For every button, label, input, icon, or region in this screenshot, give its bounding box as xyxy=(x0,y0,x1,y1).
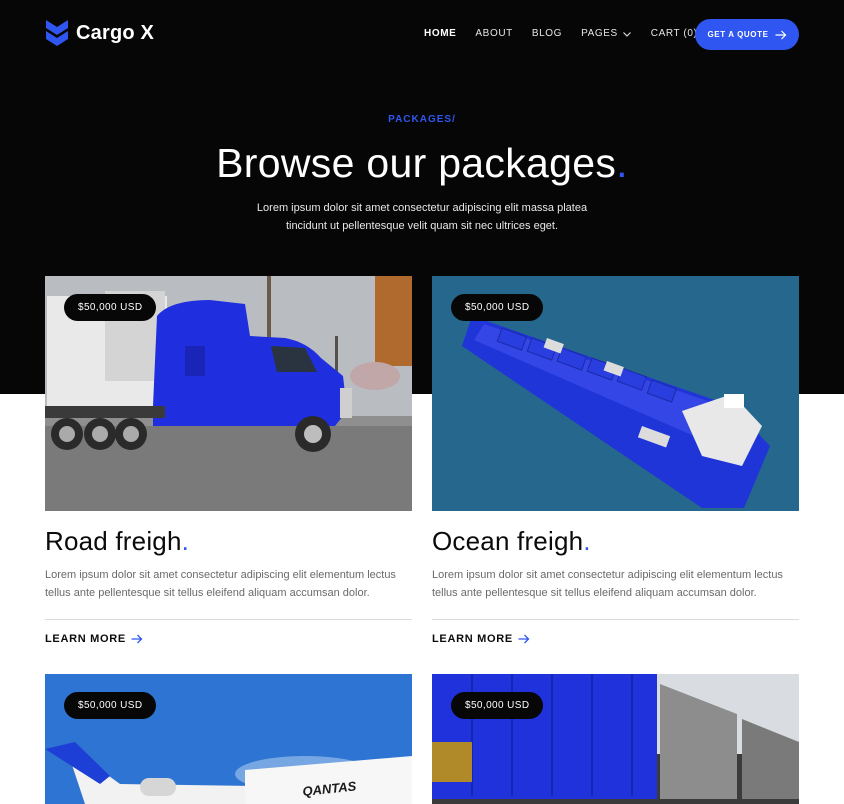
hero-description: Lorem ipsum dolor sit amet consectetur a… xyxy=(256,202,588,232)
nav-about[interactable]: ABOUT xyxy=(475,28,512,39)
title-dot: . xyxy=(583,526,591,556)
card-divider xyxy=(432,619,799,620)
arrow-right-icon xyxy=(775,30,786,39)
card-description: Lorem ipsum dolor sit amet consectetur a… xyxy=(45,569,396,599)
arrow-right-icon xyxy=(518,634,530,644)
cargo-ship-image[interactable]: $50,000 USD xyxy=(432,276,799,511)
nav-pages-label: PAGES xyxy=(581,28,618,39)
site-header: Cargo X HOME ABOUT BLOG PAGES CART (0) G… xyxy=(0,0,844,70)
airplane-image[interactable]: QANTAS $50,000 USD xyxy=(45,674,412,804)
brand-name: Cargo X xyxy=(76,21,155,44)
truck-image[interactable]: $50,000 USD xyxy=(45,276,412,511)
page-title-text: Browse our packages xyxy=(216,140,617,186)
card-title[interactable]: Ocean freigh. xyxy=(432,526,591,557)
card-title-text: Ocean freigh xyxy=(432,526,584,556)
title-dot: . xyxy=(616,140,628,186)
logo[interactable]: Cargo X xyxy=(46,20,154,46)
nav-cart[interactable]: CART (0) xyxy=(651,28,698,39)
price-badge: $50,000 USD xyxy=(64,692,157,719)
card-title-text: Road freigh xyxy=(45,526,182,556)
learn-more-link[interactable]: LEARN MORE xyxy=(432,633,530,645)
card-divider xyxy=(45,619,412,620)
learn-more-link[interactable]: LEARN MORE xyxy=(45,633,143,645)
card-description: Lorem ipsum dolor sit amet consectetur a… xyxy=(432,569,783,599)
chevron-down-icon xyxy=(622,31,631,37)
learn-more-label: LEARN MORE xyxy=(45,633,126,645)
learn-more-label: LEARN MORE xyxy=(432,633,513,645)
price-badge: $50,000 USD xyxy=(64,294,157,321)
nav-blog[interactable]: BLOG xyxy=(532,28,562,39)
price-badge: $50,000 USD xyxy=(451,692,544,719)
freight-train-image[interactable]: $50,000 USD xyxy=(432,674,799,804)
nav-home[interactable]: HOME xyxy=(424,28,456,39)
get-a-quote-button[interactable]: GET A QUOTE xyxy=(695,19,799,50)
get-a-quote-label: GET A QUOTE xyxy=(707,30,769,39)
main-nav: HOME ABOUT BLOG PAGES CART (0) xyxy=(424,28,716,39)
title-dot: . xyxy=(181,526,190,556)
card-title[interactable]: Road freigh. xyxy=(45,526,189,557)
arrow-right-icon xyxy=(131,634,143,644)
section-eyebrow: PACKAGES/ xyxy=(388,114,456,125)
page-title: Browse our packages. xyxy=(0,140,844,187)
nav-pages[interactable]: PAGES xyxy=(581,28,632,39)
price-badge: $50,000 USD xyxy=(451,294,544,321)
chevron-logo-icon xyxy=(46,20,68,46)
